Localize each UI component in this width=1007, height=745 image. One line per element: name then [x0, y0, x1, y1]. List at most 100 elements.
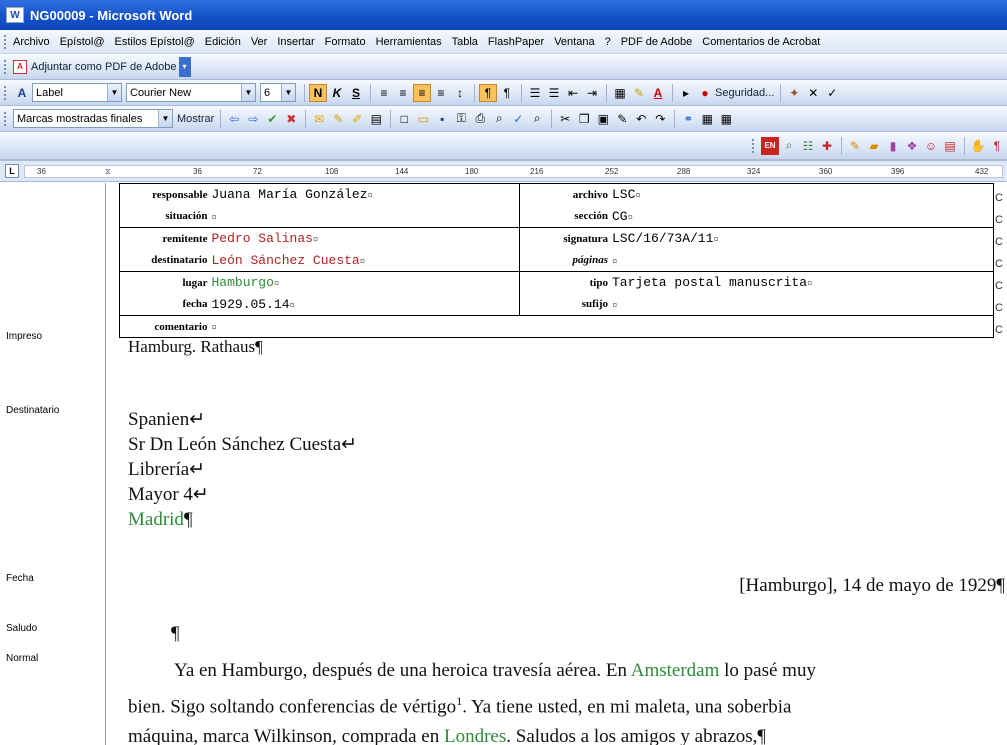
list-icon[interactable]: ☷	[799, 137, 817, 155]
menu-help[interactable]: ?	[605, 36, 611, 48]
format-painter-icon[interactable]: ✎	[613, 110, 631, 128]
toolbar-grip[interactable]	[752, 138, 755, 153]
macro-icon[interactable]: ✦	[785, 84, 803, 102]
bold-button[interactable]: N	[309, 83, 327, 102]
ruler-strip[interactable]: 36 ⧖ 36 72 108 144 180 216 252 288 324 3…	[24, 165, 1003, 178]
toolbar-grip[interactable]	[4, 111, 7, 126]
menu-archivo[interactable]: Archivo	[13, 36, 50, 48]
font-select[interactable]: Courier New ▼	[126, 83, 256, 102]
field-value[interactable]: Tarjeta postal manuscrita¤	[609, 271, 994, 294]
folder-icon[interactable]: ▰	[865, 137, 883, 155]
menu-comentarios-acrobat[interactable]: Comentarios de Acrobat	[702, 36, 820, 48]
chevron-down-icon[interactable]: ▼	[241, 84, 255, 101]
field-value[interactable]: LSC/16/73A/11¤	[609, 227, 994, 250]
numbering-icon[interactable]: ☰	[526, 84, 544, 102]
display-for-review-select[interactable]: Marcas mostradas finales ▼	[13, 109, 173, 128]
print-icon[interactable]: ⎙	[471, 110, 489, 128]
style-select[interactable]: Label ▼	[32, 83, 122, 102]
destinatario-block[interactable]: Spanien↵ Sr Dn León Sánchez Cuesta↵ Libr…	[128, 407, 357, 532]
fecha-paragraph[interactable]: [Hamburgo], 14 de mayo de 1929¶	[739, 575, 1005, 597]
bookmark-icon[interactable]: ❖	[903, 137, 921, 155]
bullets-icon[interactable]: ☰	[545, 84, 563, 102]
font-size-select[interactable]: 6 ▼	[260, 83, 296, 102]
new-document-icon[interactable]: □	[395, 110, 413, 128]
menu-epistola[interactable]: Epístol@	[60, 36, 105, 48]
field-value[interactable]: Hamburgo¤	[209, 271, 521, 294]
book-icon[interactable]: ▮	[884, 137, 902, 155]
saludo-paragraph[interactable]: ¶	[171, 623, 180, 645]
menu-edicion[interactable]: Edición	[205, 36, 241, 48]
hyperlink-icon[interactable]: ⚭	[679, 110, 697, 128]
hand-icon[interactable]: ✋	[969, 137, 987, 155]
research-icon[interactable]: ⌕	[528, 110, 546, 128]
highlight-icon[interactable]: ✎	[329, 110, 347, 128]
highlight-icon[interactable]: ✎	[630, 84, 648, 102]
reject-change-icon[interactable]: ✖	[282, 110, 300, 128]
field-value[interactable]: ¤	[209, 315, 994, 338]
menu-herramientas[interactable]: Herramientas	[376, 36, 442, 48]
menu-insertar[interactable]: Insertar	[277, 36, 314, 48]
toolbar-options-icon[interactable]: ▾	[178, 56, 191, 77]
security-button[interactable]: Seguridad...	[715, 83, 774, 103]
horizontal-ruler[interactable]: L 36 ⧖ 36 72 108 144 180 216 252 288 324…	[0, 160, 1007, 182]
menu-estilos-epistola[interactable]: Estilos Epístol@	[114, 36, 194, 48]
italic-button[interactable]: K	[328, 84, 346, 102]
record-icon[interactable]: ●	[696, 84, 714, 102]
print-preview-icon[interactable]: ⌕	[490, 110, 508, 128]
ltr-icon[interactable]: ¶	[479, 83, 497, 102]
field-value[interactable]: ¤	[609, 293, 994, 316]
chevron-down-icon[interactable]: ▼	[107, 84, 121, 101]
field-value[interactable]: CG¤	[609, 205, 994, 228]
borders-icon[interactable]: ▦	[611, 84, 629, 102]
play-icon[interactable]: ▸	[677, 84, 695, 102]
next-change-icon[interactable]: ⇨	[244, 110, 262, 128]
decrease-indent-icon[interactable]: ⇤	[564, 84, 582, 102]
style-label-normal[interactable]: Normal	[6, 653, 38, 664]
previous-change-icon[interactable]: ⇦	[225, 110, 243, 128]
edit-icon[interactable]: ✎	[846, 137, 864, 155]
insert-table-icon[interactable]: ▦	[717, 110, 735, 128]
underline-button[interactable]: S	[347, 84, 365, 102]
field-value[interactable]: León Sánchez Cuesta¤	[209, 249, 521, 272]
tools-icon[interactable]: ✕	[804, 84, 822, 102]
search-icon[interactable]: ⌕	[780, 137, 798, 155]
field-value[interactable]: 1929.05.14¤	[209, 293, 521, 316]
paste-icon[interactable]: ▣	[594, 110, 612, 128]
permission-icon[interactable]: ⚿	[452, 110, 470, 128]
tab-selector[interactable]: L	[5, 164, 19, 178]
menu-tabla[interactable]: Tabla	[452, 36, 478, 48]
copy-icon[interactable]: ❐	[575, 110, 593, 128]
document-area[interactable]: responsable Juana María González¤ archiv…	[107, 183, 1007, 745]
open-icon[interactable]: ▭	[414, 110, 432, 128]
pin-icon[interactable]: ✚	[818, 137, 836, 155]
reviewing-pane-icon[interactable]: ▤	[367, 110, 385, 128]
toolbar-grip[interactable]	[4, 59, 7, 74]
style-label-impreso[interactable]: Impreso	[6, 331, 42, 342]
toolbar-grip[interactable]	[4, 85, 7, 100]
menu-ventana[interactable]: Ventana	[554, 36, 594, 48]
field-value[interactable]: Juana María González¤	[209, 183, 521, 206]
field-value[interactable]: Pedro Salinas¤	[209, 227, 521, 250]
tables-icon[interactable]: ▦	[698, 110, 716, 128]
pilcrow-icon[interactable]: ¶	[988, 137, 1006, 155]
body-paragraph[interactable]: Ya en Hamburgo, después de una heroica t…	[128, 656, 996, 745]
chevron-down-icon[interactable]: ▼	[281, 84, 295, 101]
check-icon[interactable]: ✓	[823, 84, 841, 102]
field-value[interactable]: ¤	[609, 249, 994, 272]
field-value[interactable]: LSC¤	[609, 183, 994, 206]
menu-pdf-adobe[interactable]: PDF de Adobe	[621, 36, 693, 48]
field-value[interactable]: ¤	[209, 205, 521, 228]
en-icon[interactable]: EN	[761, 136, 779, 155]
spelling-icon[interactable]: ✓	[509, 110, 527, 128]
show-button[interactable]: Mostrar	[177, 109, 214, 129]
attach-pdf-button[interactable]: Adjuntar como PDF de Adobe	[31, 57, 177, 77]
save-icon[interactable]: ▪	[433, 110, 451, 128]
impreso-paragraph[interactable]: Hamburg. Rathaus¶	[128, 337, 263, 357]
toolbar-grip[interactable]	[4, 34, 7, 49]
menu-formato[interactable]: Formato	[325, 36, 366, 48]
line-spacing-icon[interactable]: ↕	[451, 84, 469, 102]
indent-marker-icon[interactable]: ⧖	[105, 167, 111, 177]
align-center-icon[interactable]: ≡	[394, 84, 412, 102]
style-label-destinatario[interactable]: Destinatario	[6, 405, 59, 416]
style-label-saludo[interactable]: Saludo	[6, 623, 37, 634]
